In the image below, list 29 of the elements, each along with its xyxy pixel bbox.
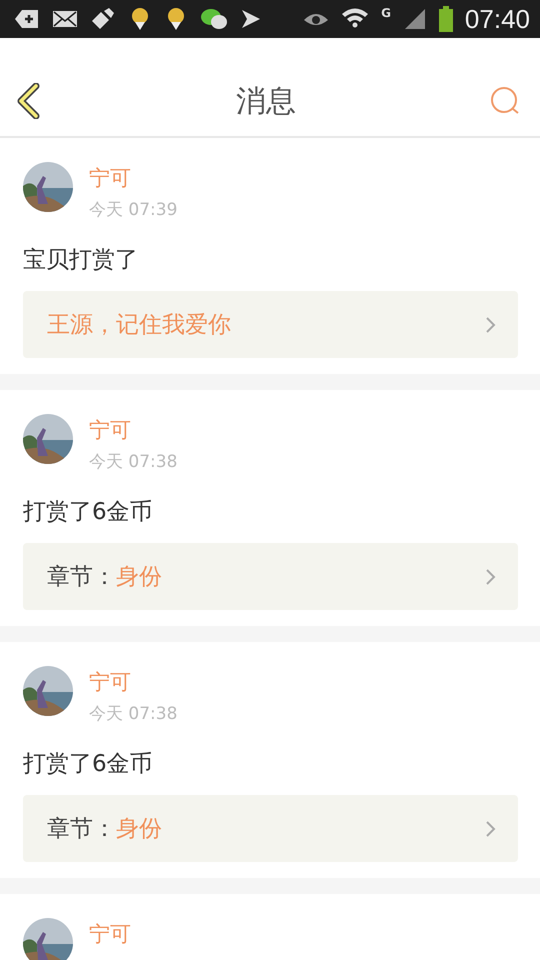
chat-icon: [200, 7, 228, 31]
page-title: 消息: [236, 82, 296, 120]
network-type: G: [381, 6, 391, 20]
message-time: 今天 07:38: [89, 703, 178, 725]
sender-name: 宁可: [89, 165, 132, 192]
sender-name: 宁可: [89, 921, 131, 948]
linked-item[interactable]: 章节：身份: [23, 543, 518, 610]
tag-plus-icon: [14, 8, 40, 30]
chapter-text: 章节：身份: [47, 815, 162, 844]
brush-icon: [90, 7, 116, 31]
mail-icon: [52, 9, 78, 29]
battery-icon: [438, 6, 453, 32]
back-icon[interactable]: [16, 83, 42, 119]
message-text: 宝贝打赏了: [23, 246, 139, 275]
sender-name: 宁可: [89, 417, 132, 444]
chevron-right-icon: [486, 316, 496, 332]
quote-text: 王源，记住我爱你: [47, 311, 231, 340]
message-text: 打赏了6金币: [23, 498, 154, 527]
chapter-text: 章节：身份: [47, 563, 162, 592]
message-time: 今天 07:38: [89, 451, 178, 473]
clock: 07:40: [464, 4, 530, 34]
linked-item[interactable]: 章节：身份: [23, 795, 518, 862]
message-text: 打赏了6金币: [23, 750, 154, 779]
message-time: 今天 07:39: [89, 199, 178, 221]
chevron-right-icon: [486, 820, 496, 836]
play-icon: [240, 8, 262, 30]
sender-name: 宁可: [89, 669, 132, 696]
signal-icon: [402, 7, 427, 31]
chevron-right-icon: [486, 568, 496, 584]
